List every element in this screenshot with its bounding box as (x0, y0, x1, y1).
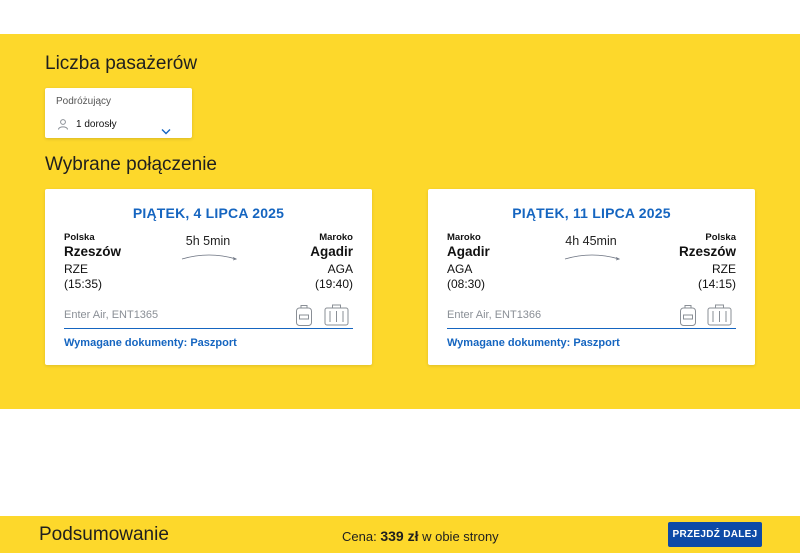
connection-title: Wybrane połączenie (45, 154, 217, 175)
origin-country: Polska (64, 232, 95, 243)
flight-date: PIĄTEK, 4 LIPCA 2025 (132, 205, 285, 221)
flight-date: PIĄTEK, 11 LIPCA 2025 (512, 205, 671, 221)
summary-title: Podsumowanie (39, 524, 169, 545)
price-summary: Cena: 339 zł w obie strony (342, 528, 499, 544)
flight-duration: 5h 5min (185, 234, 231, 248)
price-value: 339 zł (380, 528, 419, 544)
destination-code: RZE (712, 262, 736, 276)
destination-time: (14:15) (697, 277, 736, 291)
flight-card-return: PIĄTEK, 11 LIPCA 2025 Maroko Agadir AGA … (428, 189, 755, 365)
continue-button[interactable]: PRZEJDŹ DALEJ (668, 522, 762, 547)
destination-country: Maroko (319, 232, 353, 243)
user-icon (57, 117, 69, 135)
price-label: Cena: (342, 529, 377, 544)
price-suffix: w obie strony (422, 529, 499, 544)
passengers-title: Liczba pasażerów (45, 53, 198, 74)
travellers-label: Podróżujący (56, 96, 112, 107)
flight-duration: 4h 45min (565, 234, 617, 248)
destination-code: AGA (327, 262, 353, 276)
required-documents: Wymagane dokumenty: Paszport (447, 337, 620, 349)
origin-city: Agadir (447, 244, 490, 259)
travellers-dropdown[interactable]: Podróżujący 1 dorosły (45, 88, 192, 138)
destination-city: Agadir (310, 244, 353, 259)
origin-code: AGA (447, 262, 473, 276)
destination-country: Polska (705, 232, 736, 243)
flight-arc-icon (181, 254, 237, 261)
origin-city: Rzeszów (64, 244, 122, 259)
required-documents: Wymagane dokumenty: Paszport (64, 337, 237, 349)
card-divider (447, 328, 736, 329)
origin-code: RZE (64, 262, 88, 276)
destination-city: Rzeszów (678, 244, 736, 259)
summary-bar: Podsumowanie Cena: 339 zł w obie strony … (0, 516, 800, 553)
origin-time: (08:30) (447, 277, 486, 291)
airline-flight-number: Enter Air, ENT1366 (447, 309, 542, 321)
chevron-down-icon[interactable] (161, 122, 171, 140)
flight-card-outbound: PIĄTEK, 4 LIPCA 2025 Polska Rzeszów RZE … (45, 189, 372, 365)
airline-flight-number: Enter Air, ENT1365 (64, 309, 159, 321)
flight-arc-icon (564, 254, 620, 261)
travellers-value: 1 dorosły (76, 119, 117, 130)
origin-time: (15:35) (64, 277, 103, 291)
destination-time: (19:40) (314, 277, 353, 291)
origin-country: Maroko (447, 232, 481, 243)
card-divider (64, 328, 353, 329)
